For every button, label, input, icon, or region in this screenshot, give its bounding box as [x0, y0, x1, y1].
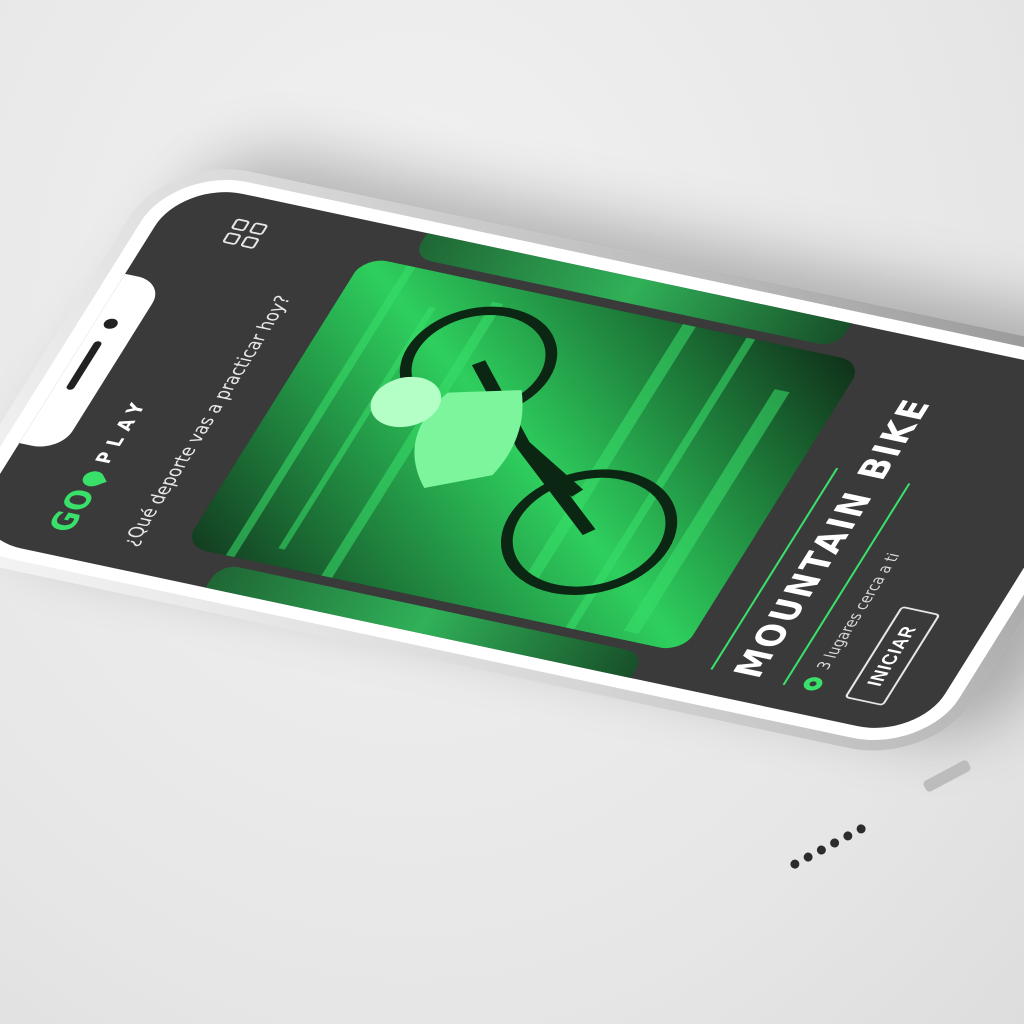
grid-cell	[239, 235, 261, 250]
logo-pin-icon	[79, 468, 107, 489]
grid-cell	[248, 222, 269, 236]
phone: GO PLAY ¿Qué deporte vas a practicar hoy…	[0, 154, 1024, 766]
grid-menu-icon[interactable]	[221, 218, 269, 250]
mockup-scene: GO PLAY ¿Qué deporte vas a practicar hoy…	[0, 0, 1024, 1024]
front-camera	[101, 317, 121, 330]
location-pin-icon	[800, 675, 826, 693]
lightning-port	[922, 758, 972, 794]
logo-play-text: PLAY	[91, 394, 155, 466]
logo-go-text: GO	[41, 485, 105, 536]
grid-cell	[230, 218, 251, 232]
grid-cell	[221, 231, 243, 246]
speaker-holes	[788, 822, 868, 871]
